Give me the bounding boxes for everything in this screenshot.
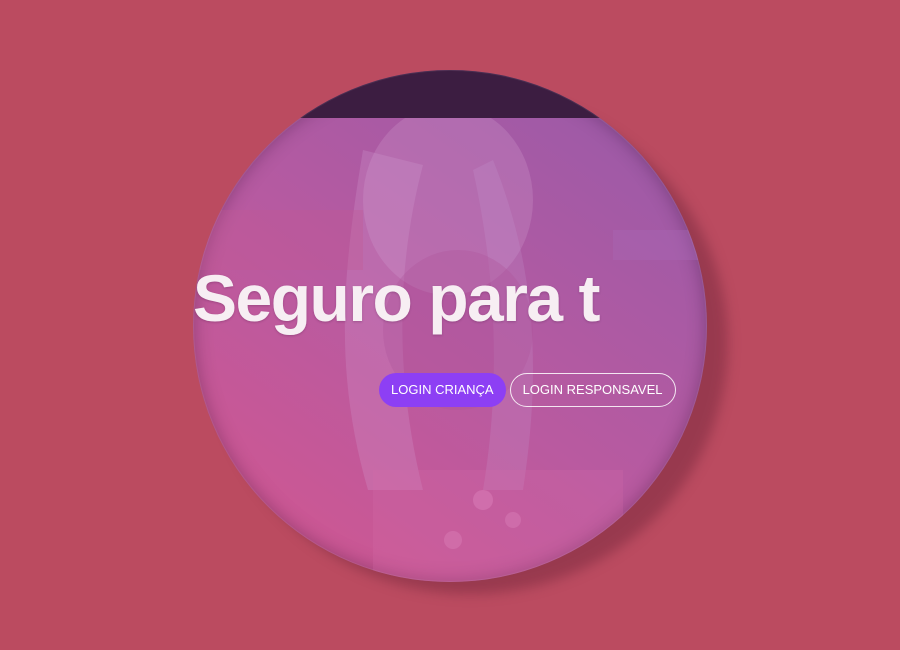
login-button-group: LOGIN CRIANÇA LOGIN RESPONSAVEL <box>379 373 676 407</box>
page: Seguro para t LOGIN CRIANÇA LOGIN RESPON… <box>0 0 900 650</box>
child-login-button[interactable]: LOGIN CRIANÇA <box>379 373 506 407</box>
top-navigation-bar <box>193 70 707 118</box>
hero-headline: Seguro para t <box>193 261 600 335</box>
guardian-login-button[interactable]: LOGIN RESPONSAVEL <box>509 373 676 407</box>
magnifier-lens: Seguro para t LOGIN CRIANÇA LOGIN RESPON… <box>193 70 707 582</box>
